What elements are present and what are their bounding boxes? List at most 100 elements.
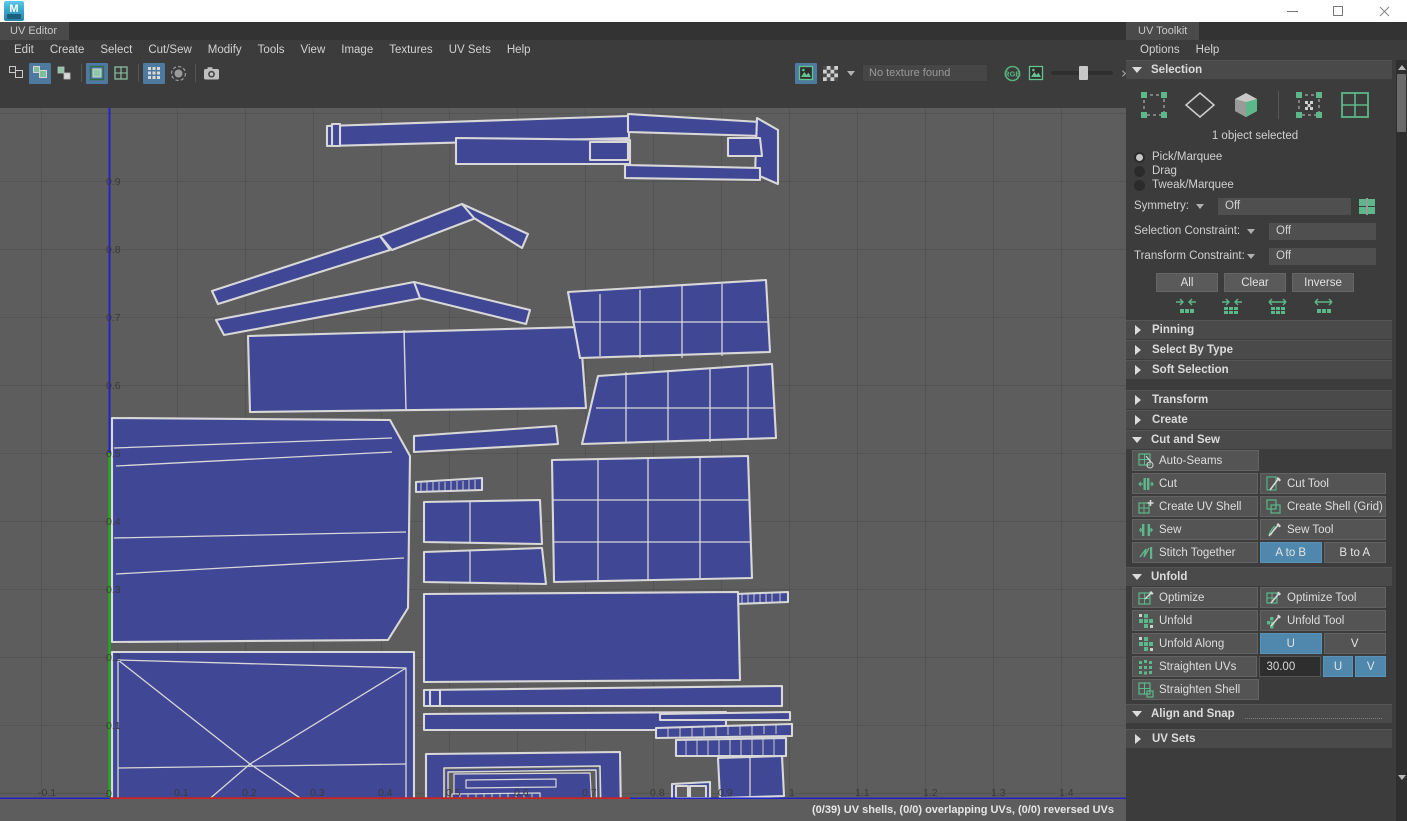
section-header-cut-and-sew[interactable]: Cut and Sew — [1126, 430, 1392, 449]
image-display-icon[interactable] — [86, 62, 108, 84]
menu-uv-sets[interactable]: UV Sets — [441, 42, 499, 58]
sew-tool-button[interactable]: Sew Tool — [1260, 519, 1386, 540]
radio-button[interactable] — [1134, 151, 1145, 163]
unfold-tool-button[interactable]: Unfold Tool — [1260, 610, 1386, 631]
checker-pattern-icon[interactable] — [819, 63, 841, 84]
section-header-soft-selection[interactable]: Soft Selection — [1126, 360, 1392, 379]
selection-mode-tweak-marquee[interactable]: Tweak/Marquee — [1126, 178, 1392, 192]
menu-toolkit-help[interactable]: Help — [1188, 42, 1228, 58]
uv-edge-selection-icon[interactable] — [1180, 88, 1220, 122]
selection-mode-pick-marquee[interactable]: Pick/Marquee — [1126, 150, 1392, 164]
tab-uv-toolkit[interactable]: UV Toolkit — [1126, 22, 1200, 40]
maximize-button[interactable] — [1315, 0, 1361, 22]
chevron-down-icon — [1132, 67, 1142, 73]
unfold-along-button[interactable]: Unfold Along — [1132, 633, 1258, 654]
menu-select[interactable]: Select — [92, 42, 140, 58]
create-uv-shell-button[interactable]: Create UV Shell — [1132, 496, 1258, 517]
radio-button[interactable] — [1134, 179, 1145, 191]
sew-button[interactable]: Sew — [1132, 519, 1258, 540]
stitch-together-button[interactable]: Stitch Together — [1132, 542, 1258, 563]
select-all-button[interactable]: All — [1156, 273, 1218, 292]
menu-view[interactable]: View — [293, 42, 334, 58]
straighten-uvs-button[interactable]: Straighten UVs — [1132, 656, 1258, 677]
section-header-unfold[interactable]: Unfold — [1126, 567, 1392, 586]
menu-image[interactable]: Image — [333, 42, 381, 58]
select-clear-button[interactable]: Clear — [1224, 273, 1286, 292]
symmetry-value[interactable]: Off — [1218, 197, 1351, 215]
uv-shell-display-icon[interactable] — [29, 62, 51, 84]
minimize-button[interactable] — [1269, 0, 1315, 22]
select-contained-icon[interactable] — [1311, 298, 1337, 315]
create-shell-grid-button[interactable]: Create Shell (Grid) — [1260, 496, 1386, 517]
selection-constraint-value[interactable]: Off — [1269, 222, 1376, 240]
radio-button[interactable] — [1134, 165, 1145, 177]
cut-tool-button[interactable]: Cut Tool — [1260, 473, 1386, 494]
close-button[interactable] — [1361, 0, 1407, 22]
uv-distortion-grid-icon[interactable] — [143, 62, 165, 84]
stitch-b-to-a-toggle[interactable]: B to A — [1323, 542, 1386, 563]
cut-button[interactable]: Cut — [1132, 473, 1258, 494]
section-header-select-by-type[interactable]: Select By Type — [1126, 340, 1392, 359]
uv-face-selection-icon[interactable] — [1226, 88, 1266, 122]
uv-shell-selection-icon[interactable] — [1289, 88, 1329, 122]
snapshot-camera-icon[interactable] — [200, 63, 222, 84]
menu-create[interactable]: Create — [42, 42, 93, 58]
chevron-down-icon[interactable] — [1247, 253, 1255, 259]
selection-mode-drag[interactable]: Drag — [1126, 164, 1392, 178]
section-header-selection[interactable]: Selection — [1126, 60, 1392, 79]
scrollbar-thumb[interactable] — [1397, 74, 1406, 132]
uv-shaded-display-icon[interactable] — [167, 63, 189, 84]
unfold-along-v-toggle[interactable]: V — [1323, 633, 1386, 654]
uv-grid-icon[interactable] — [5, 63, 27, 84]
unfold-along-u-toggle[interactable]: U — [1260, 633, 1322, 654]
straighten-uvs-v-toggle[interactable]: V — [1355, 656, 1386, 677]
uv-canvas[interactable]: 0.9 0.8 0.7 0.6 0.5 0.4 0.3 0.2 0.1 0 -0… — [0, 108, 1126, 821]
auto-seams-button[interactable]: Auto-Seams — [1132, 450, 1259, 471]
texture-dim-slider[interactable] — [1051, 66, 1113, 80]
grow-selection-icon[interactable] — [1219, 298, 1245, 315]
rgb-channel-icon[interactable]: RGB — [1001, 63, 1023, 84]
straighten-uvs-u-toggle[interactable]: U — [1322, 656, 1354, 677]
image-grid-icon[interactable] — [110, 63, 132, 84]
chevron-down-icon[interactable] — [847, 70, 855, 76]
chevron-down-icon[interactable] — [1196, 203, 1204, 209]
uv-canvas-svg[interactable] — [0, 108, 1126, 821]
uv-point-selection-icon[interactable] — [1134, 88, 1174, 122]
menu-tools[interactable]: Tools — [250, 42, 293, 58]
menu-textures[interactable]: Textures — [381, 42, 440, 58]
straighten-shell-button[interactable]: Straighten Shell — [1132, 679, 1259, 700]
select-shell-icon[interactable] — [1265, 298, 1291, 315]
section-header-pinning[interactable]: Pinning — [1126, 320, 1392, 339]
section-header-transform[interactable]: Transform — [1126, 390, 1392, 409]
transform-constraint-value[interactable]: Off — [1269, 247, 1376, 265]
chevron-down-icon[interactable] — [1247, 228, 1255, 234]
menu-options[interactable]: Options — [1132, 42, 1188, 58]
uv-shell-border-selection-icon[interactable] — [1335, 88, 1375, 122]
menu-edit[interactable]: Edit — [6, 42, 42, 58]
straighten-shell-label: Straighten Shell — [1159, 683, 1241, 696]
image-alpha-icon[interactable] — [1025, 63, 1047, 84]
unfold-button[interactable]: Unfold — [1132, 610, 1258, 631]
menu-help[interactable]: Help — [499, 42, 539, 58]
section-header-uv-sets[interactable]: UV Sets — [1126, 729, 1392, 748]
optimize-tool-button[interactable]: Optimize Tool — [1260, 587, 1386, 608]
scroll-down-icon[interactable] — [1397, 772, 1406, 783]
uv-texture-border-icon[interactable] — [53, 63, 75, 84]
section-header-align-and-snap[interactable]: Align and Snap — [1126, 704, 1392, 723]
scroll-up-icon[interactable] — [1397, 62, 1406, 73]
straighten-uvs-angle-field[interactable]: 30.00 — [1259, 656, 1321, 677]
menu-cut-sew[interactable]: Cut/Sew — [140, 42, 199, 58]
menu-modify[interactable]: Modify — [200, 42, 250, 58]
toolkit-scrollbar[interactable] — [1396, 60, 1407, 821]
shrink-selection-icon[interactable] — [1173, 298, 1199, 315]
symmetry-axis-icon[interactable] — [1357, 197, 1377, 215]
texture-name-field[interactable]: No texture found — [862, 64, 988, 82]
optimize-button[interactable]: Optimize — [1132, 587, 1258, 608]
tab-uv-editor[interactable]: UV Editor — [0, 22, 70, 40]
select-inverse-button[interactable]: Inverse — [1292, 273, 1354, 292]
toolbar-separator-2 — [138, 64, 139, 82]
slider-handle[interactable] — [1079, 66, 1088, 80]
stitch-a-to-b-toggle[interactable]: A to B — [1260, 542, 1322, 563]
section-header-create[interactable]: Create — [1126, 410, 1392, 429]
texture-image-icon[interactable] — [795, 62, 817, 84]
